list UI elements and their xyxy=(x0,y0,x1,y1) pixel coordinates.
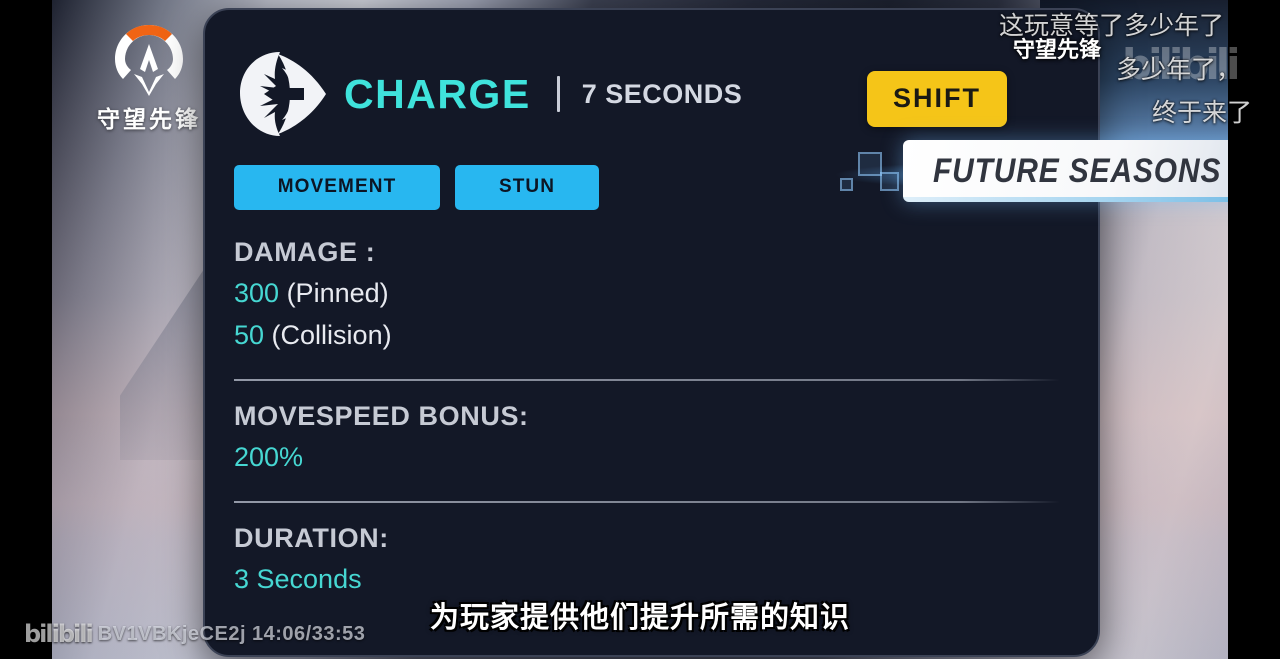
stat-value-movespeed: 200% xyxy=(234,437,1060,479)
stat-divider-2 xyxy=(234,500,1060,503)
stat-value-damage-pinned: 300 (Pinned) xyxy=(234,273,1060,315)
charge-ability-icon xyxy=(234,48,330,140)
ability-stats: DAMAGE : 300 (Pinned) 50 (Collision) MOV… xyxy=(234,237,1060,600)
stat-number-collision: 50 xyxy=(234,319,265,350)
ability-header: CHARGE 7 SECONDS xyxy=(234,48,742,140)
stat-label-movespeed: MOVESPEED BONUS: xyxy=(234,400,529,431)
stat-note-pinned: (Pinned) xyxy=(279,278,389,308)
stat-label-damage: DAMAGE : xyxy=(234,237,376,267)
stat-number-duration: 3 Seconds xyxy=(234,563,362,594)
future-seasons-banner-text: FUTURE SEASONS xyxy=(933,151,1222,190)
ability-info-panel: CHARGE 7 SECONDS SHIFT MOVEMENT STUN DAM… xyxy=(203,8,1100,657)
letterbox-left xyxy=(0,0,52,659)
danmaku-comment: 多少年了， xyxy=(1116,56,1242,84)
overwatch-logo-text: 守望先锋 xyxy=(97,106,201,132)
overwatch-logo: 守望先锋 xyxy=(88,22,210,132)
stat-number-pinned: 300 xyxy=(234,278,280,308)
ability-cooldown: 7 SECONDS xyxy=(581,78,743,109)
keybind-badge[interactable]: SHIFT xyxy=(867,71,1007,127)
danmaku-game-name: 守望先锋 xyxy=(1013,37,1102,62)
video-id-label: BV1VBKjeCE2j xyxy=(97,622,246,645)
stat-block-duration: DURATION: 3 Seconds xyxy=(234,523,1060,601)
ability-tag-movement[interactable]: MOVEMENT xyxy=(234,165,440,210)
future-seasons-banner: FUTURE SEASONS xyxy=(903,140,1280,202)
ability-tag-list: MOVEMENT STUN xyxy=(234,165,599,210)
danmaku-comment: 终于来了 xyxy=(1152,99,1253,127)
bilibili-logo-icon: bilibili xyxy=(24,620,94,648)
ability-tag-stun[interactable]: STUN xyxy=(455,165,599,210)
video-timestamp: 14:06/33:53 xyxy=(252,622,366,645)
stat-label-duration: DURATION: xyxy=(234,522,389,553)
ability-name: CHARGE xyxy=(344,70,531,117)
video-frame: 守望先锋 CHARGE 7 SECONDS SHIFT MOVEMENT STU… xyxy=(0,0,1280,659)
stat-value-damage-collision: 50 (Collision) xyxy=(234,315,1060,357)
stat-block-movespeed: MOVESPEED BONUS: 200% xyxy=(234,401,1060,479)
stat-block-damage: DAMAGE : 300 (Pinned) 50 (Collision) xyxy=(234,237,1060,357)
overwatch-logo-icon xyxy=(109,22,189,98)
header-separator xyxy=(556,76,560,112)
stat-divider-1 xyxy=(234,378,1060,381)
stat-number-movespeed: 200% xyxy=(234,441,304,472)
player-watermark: bilibili BV1VBKjeCE2j 14:06/33:53 xyxy=(24,620,365,648)
stat-note-collision: (Collision) xyxy=(264,319,392,350)
